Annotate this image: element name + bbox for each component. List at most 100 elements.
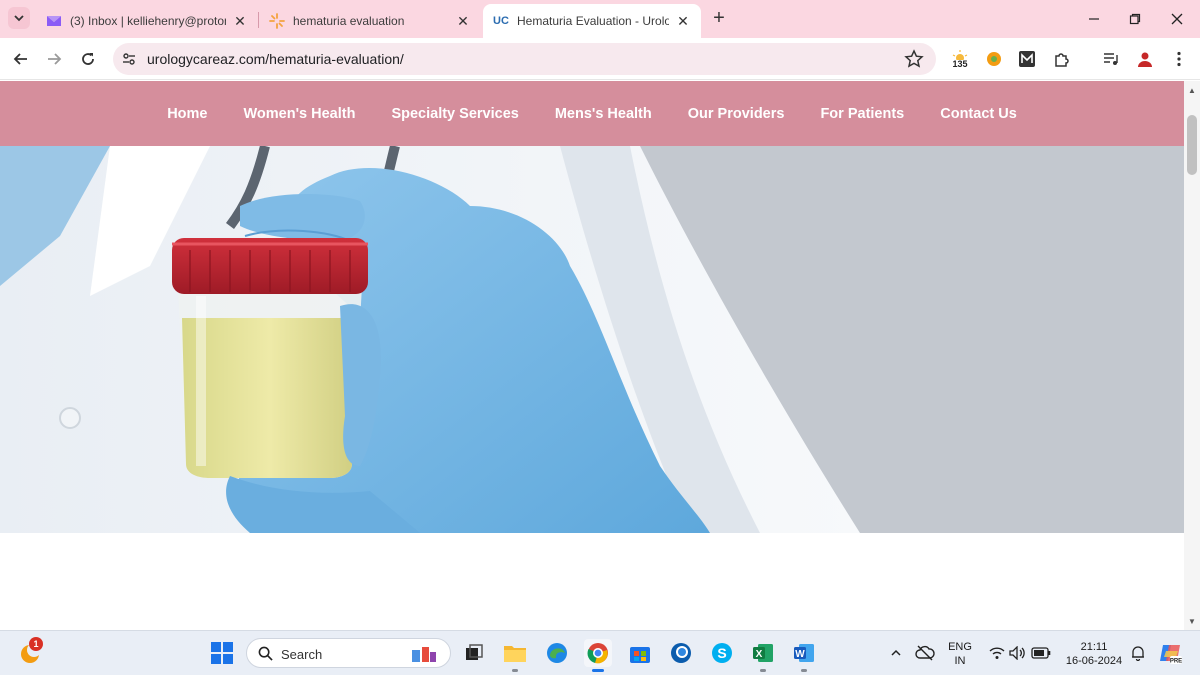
tab-search-button[interactable] [8, 7, 30, 29]
reload-button[interactable] [76, 47, 100, 71]
uc-favicon-icon: UC [493, 15, 509, 27]
extensions-button[interactable] [1052, 49, 1072, 69]
taskbar-store[interactable] [626, 639, 654, 667]
running-indicator [801, 669, 807, 672]
restore-button[interactable] [1122, 8, 1148, 30]
search-label: Search [281, 647, 323, 662]
taskbar-excel[interactable]: X [749, 639, 777, 672]
close-icon[interactable]: ✕ [232, 13, 248, 29]
nav-for-patients[interactable]: For Patients [820, 106, 904, 122]
extension-m[interactable] [1017, 49, 1037, 69]
folder-icon [504, 646, 526, 662]
start-button[interactable] [208, 639, 236, 667]
skype-icon: S [712, 643, 732, 663]
speaker-icon [1009, 646, 1025, 660]
copilot-button[interactable]: PRE [1156, 639, 1184, 667]
chevron-up-icon [891, 649, 901, 656]
onedrive-button[interactable] [911, 639, 939, 667]
restore-icon [1129, 13, 1141, 25]
page-scrollbar[interactable]: ▲ ▼ [1184, 81, 1200, 630]
tab-title: (3) Inbox | kelliehenry@proton.me [70, 14, 226, 28]
new-tab-button[interactable]: + [709, 8, 729, 29]
tab-strip: (3) Inbox | kelliehenry@proton.me ✕ hema… [0, 0, 1200, 38]
close-icon[interactable]: ✕ [675, 13, 691, 29]
cloud-offline-icon [915, 645, 935, 661]
task-view-icon [466, 644, 483, 660]
clock-time: 21:11 [1080, 641, 1108, 653]
nav-womens-health[interactable]: Women's Health [244, 106, 356, 122]
extension-orange[interactable] [984, 49, 1004, 69]
taskbar-search-box[interactable]: Search [246, 638, 451, 668]
taskbar-app-blue[interactable] [667, 639, 695, 667]
nav-specialty-services[interactable]: Specialty Services [391, 106, 518, 122]
language-code: ENG [948, 641, 972, 653]
battery-button[interactable] [1027, 639, 1055, 667]
close-icon[interactable]: ✕ [455, 13, 471, 29]
notification-badge: 1 [29, 637, 43, 651]
weather-badge: 135 [952, 58, 968, 69]
copilot-icon: PRE [1160, 645, 1182, 665]
url-text: urologycareaz.com/hematuria-evaluation/ [147, 51, 404, 67]
word-icon: W [794, 644, 814, 662]
windows-taskbar: 1 Search S X W ENG IN 21:11 16-06-2024 P… [0, 630, 1200, 675]
active-indicator [592, 669, 604, 672]
taskbar-chrome[interactable] [584, 639, 612, 672]
tab-title: hematuria evaluation [293, 14, 405, 28]
show-hidden-icons-button[interactable] [882, 639, 910, 667]
playlist-icon [1104, 53, 1118, 65]
bell-icon [1132, 646, 1144, 661]
hero-image-urine-sample [0, 146, 1184, 533]
taskbar-task-view[interactable] [460, 639, 488, 667]
back-button[interactable] [9, 47, 33, 71]
site-settings-icon[interactable] [121, 51, 137, 67]
tab-hematuria-search[interactable]: hematuria evaluation ✕ [259, 4, 481, 38]
flower-extension-icon [987, 52, 1001, 66]
language-indicator[interactable]: ENG IN [944, 640, 976, 668]
nav-contact-us[interactable]: Contact Us [940, 106, 1017, 122]
site-navigation: Home Women's Health Specialty Services M… [0, 81, 1184, 146]
reload-icon [82, 53, 94, 65]
circle-app-icon [671, 643, 691, 663]
hero-illustration [0, 146, 1184, 533]
search-spark-icon [269, 13, 285, 29]
windows-logo-icon [211, 642, 233, 664]
scroll-up-arrow-icon[interactable]: ▲ [1184, 83, 1200, 97]
clock[interactable]: 21:11 16-06-2024 [1060, 640, 1128, 668]
edge-icon [547, 643, 567, 663]
taskbar-skype[interactable]: S [708, 639, 736, 667]
puzzle-icon [1055, 53, 1069, 67]
weather-extension[interactable]: 135 [950, 49, 970, 69]
media-control-button[interactable] [1101, 49, 1121, 69]
kebab-menu-icon [1177, 51, 1181, 67]
address-bar[interactable]: urologycareaz.com/hematuria-evaluation/ [113, 43, 936, 75]
nav-home[interactable]: Home [167, 106, 207, 122]
minimize-button[interactable] [1081, 8, 1107, 30]
scroll-thumb[interactable] [1187, 115, 1197, 175]
close-window-button[interactable] [1164, 8, 1190, 30]
scroll-down-arrow-icon[interactable]: ▼ [1184, 614, 1200, 628]
forward-button[interactable] [42, 47, 66, 71]
svg-text:X: X [756, 649, 763, 660]
taskbar-edge[interactable] [543, 639, 571, 667]
taskbar-word[interactable]: W [790, 639, 818, 672]
nav-mens-health[interactable]: Mens's Health [555, 106, 652, 122]
svg-text:PRE: PRE [1170, 659, 1182, 665]
tab-inbox[interactable]: (3) Inbox | kelliehenry@proton.me ✕ [36, 4, 258, 38]
search-icon [258, 646, 273, 661]
store-icon [630, 647, 650, 663]
search-highlight-icon [412, 647, 436, 662]
notifications-button[interactable] [1124, 639, 1152, 667]
wifi-icon [989, 647, 1005, 659]
tab-title: Hematuria Evaluation - Urology [517, 14, 669, 28]
tab-hematuria-evaluation[interactable]: UC Hematuria Evaluation - Urology ✕ [483, 4, 701, 38]
arrow-left-icon [13, 53, 27, 65]
bookmark-star-icon[interactable] [904, 49, 924, 69]
close-icon [1171, 13, 1183, 25]
proton-mail-icon [47, 16, 61, 26]
language-region: IN [954, 655, 966, 667]
chrome-menu-button[interactable] [1169, 49, 1189, 69]
nav-our-providers[interactable]: Our Providers [688, 106, 785, 122]
taskbar-file-explorer[interactable] [501, 639, 529, 672]
profile-button[interactable] [1135, 49, 1155, 69]
svg-text:S: S [717, 645, 726, 661]
